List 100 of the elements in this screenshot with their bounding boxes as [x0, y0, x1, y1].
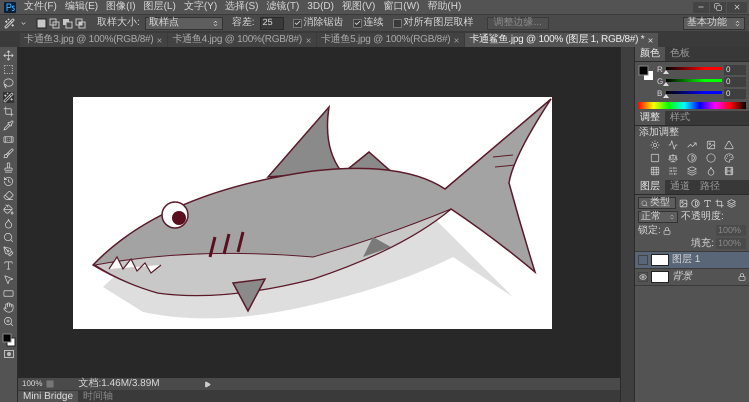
checkbox[interactable]: [292, 18, 302, 28]
panel-tab[interactable]: 色板: [665, 47, 695, 61]
layers-icon[interactable]: [727, 198, 736, 208]
visibility-toggle[interactable]: [638, 272, 648, 282]
checkbox[interactable]: [392, 18, 402, 28]
menu-item[interactable]: 视图(V): [338, 2, 380, 12]
contrast-icon[interactable]: [691, 198, 700, 208]
color-swatches-icon[interactable]: [638, 65, 654, 81]
contrast-icon[interactable]: [686, 153, 697, 163]
palette-icon[interactable]: [724, 153, 734, 163]
lasso-icon[interactable]: [3, 78, 14, 89]
pointer-icon[interactable]: [3, 274, 14, 285]
blend-mode-dropdown[interactable]: 正常: [638, 211, 678, 223]
new-selection-icon[interactable]: [36, 18, 47, 28]
menu-item[interactable]: 选择(S): [221, 2, 262, 12]
image-icon[interactable]: [679, 198, 688, 208]
eraser-icon[interactable]: [3, 190, 14, 201]
menu-item[interactable]: 帮助(H): [423, 2, 466, 12]
close-icon[interactable]: [453, 36, 460, 44]
visibility-toggle[interactable]: [638, 255, 648, 265]
square-icon[interactable]: [650, 153, 660, 163]
document-tab[interactable]: 卡通鱼5.jpg @ 100%(RGB/8#): [316, 33, 464, 47]
pulse-line-icon[interactable]: [668, 140, 678, 150]
close-icon[interactable]: [156, 36, 164, 44]
rectangle-icon[interactable]: [3, 288, 14, 299]
layer-row[interactable]: 背景: [635, 269, 749, 286]
magic-wand-icon[interactable]: [3, 92, 14, 103]
play-icon[interactable]: [204, 380, 211, 388]
channel-value-field[interactable]: 0: [724, 89, 746, 99]
sliders-icon[interactable]: [668, 166, 678, 176]
circle-icon[interactable]: [706, 153, 716, 163]
menu-item[interactable]: 文件(F): [20, 2, 61, 12]
eyedropper-icon[interactable]: [3, 120, 14, 131]
workspace-dropdown[interactable]: 基本功能: [683, 16, 745, 30]
panel-tab[interactable]: 通道: [665, 180, 695, 194]
type-icon[interactable]: [3, 260, 14, 271]
layer-name: 背景: [672, 272, 692, 282]
droplet-icon[interactable]: [706, 166, 716, 176]
menu-item[interactable]: 滤镜(T): [262, 2, 304, 12]
menu-item[interactable]: 3D(D): [303, 2, 338, 12]
panel-tab[interactable]: 颜色: [635, 47, 665, 61]
menu-item[interactable]: 编辑(E): [60, 2, 102, 12]
layer-row[interactable]: 图层 1: [635, 252, 749, 269]
caret-icon[interactable]: [20, 20, 27, 26]
marquee-icon[interactable]: [3, 64, 14, 75]
panel-tab[interactable]: 图层: [635, 180, 665, 194]
restore-button[interactable]: [710, 2, 726, 12]
close-button[interactable]: [727, 2, 747, 12]
image-icon[interactable]: [706, 140, 716, 150]
tolerance-field[interactable]: 25: [260, 16, 284, 30]
document-tab[interactable]: 卡通鲨鱼.jpg @ 100% (图层 1, RGB/8#) *: [465, 33, 658, 47]
add-selection-icon[interactable]: [49, 18, 60, 28]
minimize-button[interactable]: [693, 2, 709, 12]
layer-filter-dropdown[interactable]: 类型: [638, 197, 676, 209]
magic-wand-icon[interactable]: [4, 18, 15, 28]
bandage-icon[interactable]: [3, 134, 14, 145]
color-spectrum[interactable]: [638, 102, 746, 109]
menu-item[interactable]: 图层(L): [140, 2, 180, 12]
stamp-icon[interactable]: [3, 162, 14, 173]
close-icon[interactable]: [304, 36, 312, 44]
trend-line-icon[interactable]: [686, 140, 697, 150]
paint-bucket-icon[interactable]: [3, 204, 14, 215]
layers-icon[interactable]: [686, 166, 697, 176]
pen-icon[interactable]: [3, 246, 14, 257]
panel-tab[interactable]: 路径: [695, 180, 725, 194]
menu-item[interactable]: 窗口(W): [379, 2, 424, 12]
quick-mask-icon[interactable]: [4, 350, 14, 358]
color-slider[interactable]: [666, 77, 722, 87]
color-slider[interactable]: [666, 89, 722, 99]
document-tab[interactable]: 卡通鱼3.jpg @ 100%(RGB/8#): [20, 33, 168, 47]
history-brush-icon[interactable]: [3, 176, 14, 187]
bottom-tab[interactable]: 时间轴: [78, 391, 118, 402]
channel-value-field[interactable]: 0: [724, 65, 746, 75]
scale-icon[interactable]: [668, 153, 678, 163]
menu-item[interactable]: 图像(I): [102, 2, 140, 12]
triangle-icon[interactable]: [724, 140, 734, 150]
panel-tab[interactable]: 样式: [665, 111, 695, 125]
panel-tab[interactable]: 调整: [635, 111, 665, 125]
grid-icon[interactable]: [650, 166, 660, 176]
document-tab[interactable]: 卡通鱼4.jpg @ 100%(RGB/8#): [168, 33, 316, 47]
checkbox[interactable]: [352, 18, 362, 28]
lock-icon[interactable]: [662, 226, 671, 234]
film-icon[interactable]: [724, 166, 734, 176]
move-icon[interactable]: [3, 50, 14, 61]
bottom-tab[interactable]: Mini Bridge: [18, 391, 78, 402]
channel-value-field[interactable]: 0: [724, 77, 746, 87]
menu-item[interactable]: 文字(Y): [180, 2, 222, 12]
color-slider[interactable]: [666, 65, 722, 75]
hand-icon[interactable]: [3, 302, 14, 313]
sample-size-dropdown[interactable]: 取样点: [144, 16, 223, 30]
crop-icon[interactable]: [715, 198, 724, 208]
crop-icon[interactable]: [3, 106, 14, 117]
close-icon: [733, 3, 741, 11]
subtract-selection-icon[interactable]: [62, 18, 73, 28]
brush-icon[interactable]: [3, 148, 14, 159]
type-icon[interactable]: [703, 198, 712, 208]
zoom-icon[interactable]: [3, 316, 14, 327]
droplet-icon[interactable]: [3, 218, 14, 229]
intersect-selection-icon[interactable]: [75, 18, 86, 28]
color-swatches-icon[interactable]: [2, 333, 16, 347]
